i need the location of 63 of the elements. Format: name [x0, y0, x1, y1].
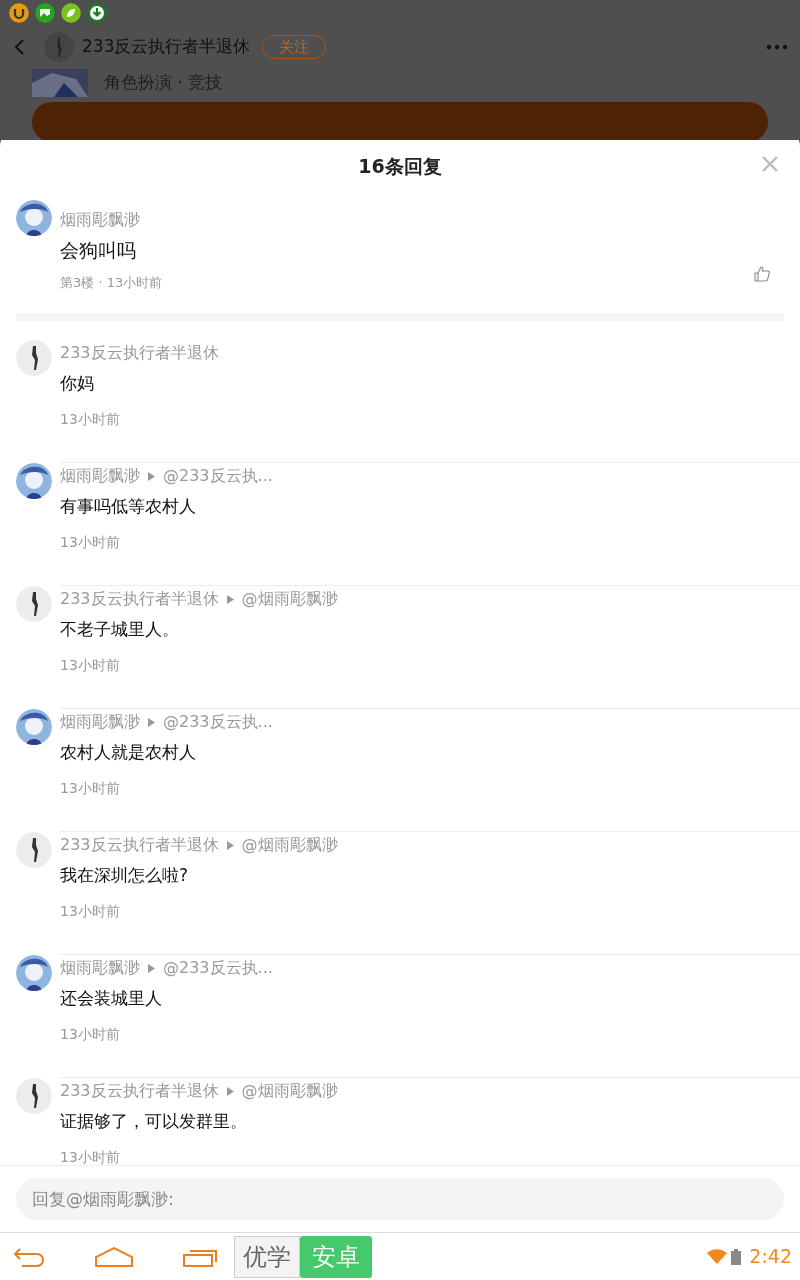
reply-text: 你妈 [60, 372, 95, 395]
reply-target[interactable]: @烟雨彫飘渺 [241, 587, 338, 611]
username: 烟雨彫飘渺 [60, 711, 140, 733]
download-icon [87, 3, 107, 23]
app-icon [9, 3, 29, 23]
reply-target[interactable]: @烟雨彫飘渺 [241, 833, 338, 857]
username: 233反云执行者半退休 [82, 35, 251, 59]
close-icon[interactable] [762, 156, 778, 172]
comment-text: 会狗叫吗 [60, 238, 137, 263]
triangle-icon [226, 1086, 234, 1096]
reply-text: 还会装城里人 [60, 987, 163, 1010]
timestamp: 13小时前 [60, 1024, 121, 1044]
avatar-icon [16, 709, 52, 745]
reply-text: 农村人就是农村人 [60, 741, 197, 764]
timestamp: 13小时前 [60, 532, 121, 552]
avatar-icon [16, 200, 52, 236]
reply-target[interactable]: @233反云执... [163, 710, 273, 734]
wifi-icon [707, 1248, 728, 1265]
username: 233反云执行者半退休 [60, 1080, 219, 1102]
avatar-icon [16, 340, 52, 376]
app-label[interactable]: 优学 [234, 1235, 300, 1278]
timestamp: 13小时前 [60, 901, 121, 921]
gallery-icon [35, 3, 55, 23]
avatar-icon [16, 586, 52, 622]
timestamp: 13小时前 [60, 1147, 121, 1165]
reply-target[interactable]: @233反云执... [163, 464, 273, 488]
username: 233反云执行者半退休 [60, 342, 219, 364]
triangle-icon [226, 594, 234, 604]
triangle-icon [148, 471, 155, 481]
avatar-icon [16, 1078, 52, 1114]
timestamp: 13小时前 [60, 778, 121, 798]
sheet-title: 16条回复 [358, 153, 442, 179]
reply-field[interactable]: 回复@烟雨彫飘渺: [16, 1178, 784, 1220]
triangle-icon [148, 717, 155, 727]
comment-meta: 第3楼 · 13小时前 [60, 273, 164, 292]
triangle-icon [148, 963, 155, 973]
reply-text: 有事吗低等农村人 [60, 495, 197, 518]
more-icon[interactable] [766, 44, 788, 50]
avatar-icon [16, 955, 52, 991]
avatar-icon [44, 32, 74, 62]
reply-text: 不老子城里人。 [60, 618, 180, 641]
username: 烟雨彫飘渺 [60, 957, 140, 979]
username: 233反云执行者半退休 [60, 588, 219, 610]
avatar-icon [16, 832, 52, 868]
app-label[interactable]: 安卓 [300, 1235, 372, 1278]
reply-text: 我在深圳怎么啦? [60, 864, 190, 887]
reply-text: 证据够了，可以发群里。 [60, 1110, 248, 1133]
back-icon[interactable] [12, 1245, 46, 1268]
triangle-icon [226, 840, 234, 850]
username: 烟雨彫飘渺 [60, 209, 141, 231]
reply-target[interactable]: @233反云执... [163, 956, 273, 980]
reply-target[interactable]: @烟雨彫飘渺 [241, 1079, 338, 1103]
like-icon[interactable] [754, 266, 770, 282]
username: 烟雨彫飘渺 [60, 465, 140, 487]
username: 233反云执行者半退休 [60, 834, 219, 856]
leaf-icon [61, 3, 81, 23]
avatar-icon [16, 463, 52, 499]
start-game-button[interactable] [32, 102, 768, 140]
battery-icon [731, 1248, 742, 1265]
timestamp: 13小时前 [60, 655, 121, 675]
timestamp: 13小时前 [60, 409, 121, 429]
clock: 2:42 [749, 1244, 792, 1270]
home-icon[interactable] [94, 1245, 134, 1268]
